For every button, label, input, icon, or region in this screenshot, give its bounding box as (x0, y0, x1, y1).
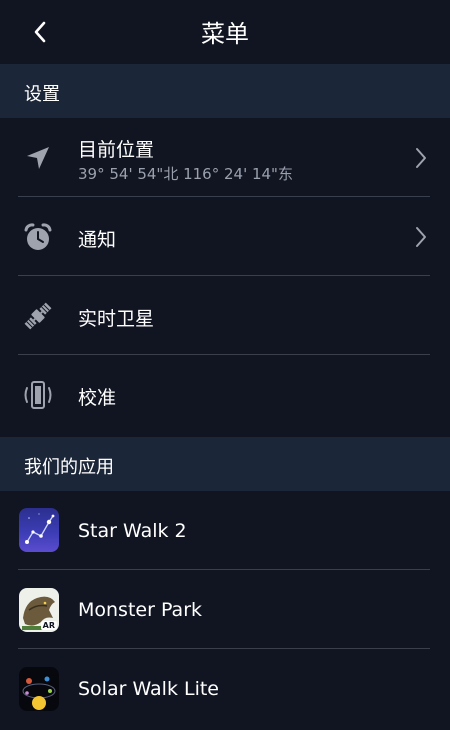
app-item-star-walk-2[interactable]: Star Walk 2 (0, 491, 450, 570)
location-arrow-icon (18, 138, 58, 178)
monster-park-app-icon: AR (19, 588, 59, 632)
ar-badge: AR (40, 621, 57, 630)
app-item-solar-walk-lite[interactable]: Solar Walk Lite (0, 649, 450, 728)
solar-walk-lite-app-icon (19, 667, 59, 711)
our-apps-section-label: 我们的应用 (24, 457, 114, 478)
app-name: Monster Park (78, 599, 203, 621)
settings-section-label: 设置 (24, 84, 60, 105)
menu-item-label: 通知 (78, 229, 117, 251)
our-apps-section-header: 我们的应用 (0, 437, 450, 491)
page-title: 菜单 (201, 20, 249, 48)
menu-item-label: 实时卫星 (78, 308, 155, 330)
top-bar: 菜单 (0, 0, 450, 64)
menu-item-label: 目前位置 (78, 139, 155, 161)
satellite-icon (18, 296, 58, 336)
location-coordinates: 39° 54' 54"北 116° 24' 14"东 (78, 165, 293, 183)
menu-item-live-satellites[interactable]: 实时卫星 (0, 276, 450, 355)
settings-section-header: 设置 (0, 64, 450, 118)
chevron-right-icon (416, 227, 426, 247)
menu-item-label: 校准 (78, 387, 117, 409)
phone-vibrate-icon (18, 375, 58, 415)
app-item-monster-park[interactable]: AR Monster Park (0, 570, 450, 649)
app-name: Star Walk 2 (78, 520, 187, 542)
menu-item-notifications[interactable]: 通知 (0, 197, 450, 276)
menu-item-current-location[interactable]: 目前位置 39° 54' 54"北 116° 24' 14"东 (0, 118, 450, 197)
menu-item-calibration[interactable]: 校准 (0, 355, 450, 434)
alarm-clock-icon (18, 217, 58, 257)
chevron-right-icon (416, 148, 426, 168)
star-walk-2-app-icon (19, 508, 59, 552)
app-name: Solar Walk Lite (78, 678, 219, 700)
